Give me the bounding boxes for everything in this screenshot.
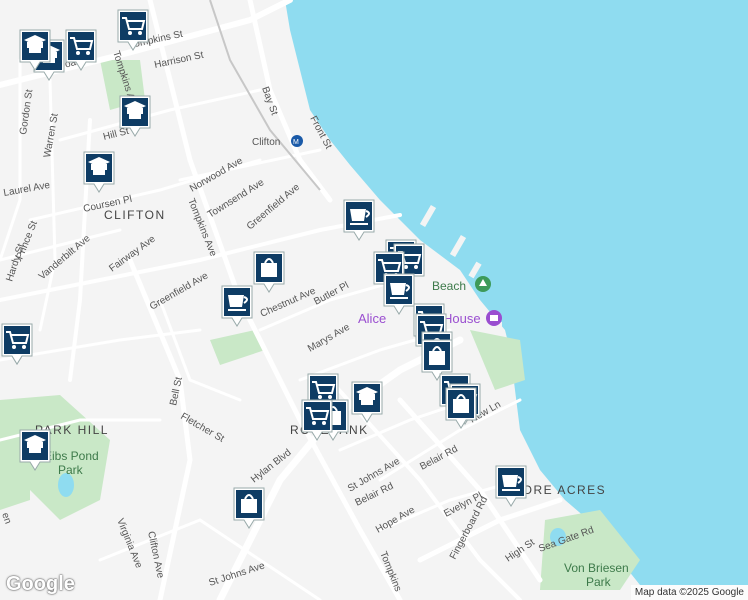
school-marker[interactable] [18, 428, 52, 472]
school-marker[interactable] [82, 150, 116, 194]
school-marker[interactable] [350, 380, 384, 424]
shopping-icon [1, 323, 33, 365]
shopping-marker[interactable] [300, 398, 334, 442]
label-eibs-pond: Eibs Pond [44, 449, 99, 463]
cafe-icon [383, 273, 415, 315]
bag-icon [445, 387, 477, 429]
school-marker[interactable] [118, 94, 152, 138]
label-house-suffix: House [443, 311, 481, 326]
cafe-icon [343, 199, 375, 241]
school-icon [83, 151, 115, 193]
label-von-briesen: Von Briesen [564, 561, 629, 575]
bag-marker[interactable] [232, 486, 266, 530]
shopping-marker[interactable] [0, 322, 34, 366]
cafe-marker[interactable] [494, 464, 528, 508]
google-logo: Google [6, 573, 75, 595]
shopping-icon [65, 29, 97, 71]
cafe-marker[interactable] [342, 198, 376, 242]
bag-icon [253, 251, 285, 293]
school-marker[interactable] [18, 28, 52, 72]
school-icon [351, 381, 383, 423]
bag-marker[interactable] [444, 386, 478, 430]
shopping-marker[interactable] [64, 28, 98, 72]
label-eibs-pond-park: Park [58, 463, 84, 477]
cafe-marker[interactable] [220, 284, 254, 328]
cafe-icon [221, 285, 253, 327]
shopping-marker[interactable] [116, 8, 150, 52]
shopping-icon [301, 399, 333, 441]
school-icon [119, 95, 151, 137]
label-clifton-station: Clifton [252, 137, 280, 148]
label-beach: Beach [432, 279, 466, 293]
bag-marker[interactable] [252, 250, 286, 294]
label-clifton: CLIFTON [104, 208, 166, 222]
train-station-glyph: M [293, 139, 299, 146]
cafe-icon [495, 465, 527, 507]
map-canvas[interactable]: CLIFTON PARK HILL ROSEBANK SHORE ACRES E… [0, 0, 748, 600]
map-attribution[interactable]: Map data ©2025 Google [630, 585, 748, 600]
shopping-icon [117, 9, 149, 51]
label-von-briesen-park: Park [586, 575, 612, 589]
cafe-marker[interactable] [382, 272, 416, 316]
bag-icon [233, 487, 265, 529]
school-icon [19, 429, 51, 471]
museum-glyph [490, 315, 498, 321]
school-icon [19, 29, 51, 71]
